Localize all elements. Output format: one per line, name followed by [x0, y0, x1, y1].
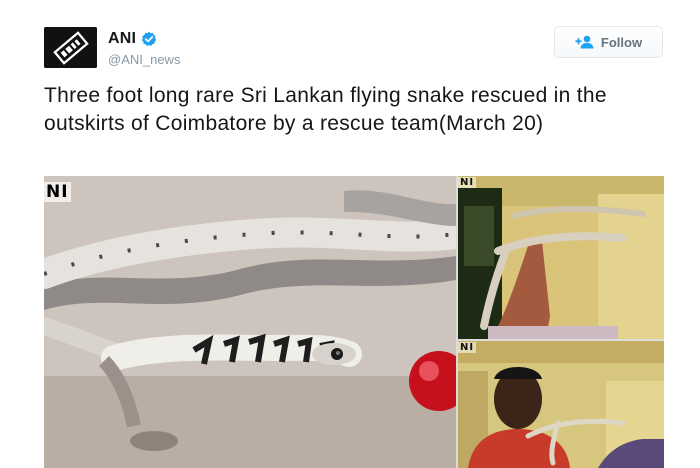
ani-logo-icon — [44, 27, 97, 68]
add-user-icon — [575, 35, 595, 49]
display-name[interactable]: ANI — [108, 30, 136, 48]
photo-snake-held[interactable]: NI — [458, 176, 664, 339]
avatar[interactable] — [44, 27, 97, 68]
rescuer-image — [458, 341, 664, 468]
tweet-text: Three foot long rare Sri Lankan flying s… — [44, 84, 607, 135]
follow-label: Follow — [600, 34, 643, 50]
photo-rescuer[interactable]: NI — [458, 341, 664, 468]
watermark: NI — [458, 342, 477, 353]
author-name-row: ANI — [108, 30, 157, 48]
snake-held-image — [458, 176, 664, 339]
snake-closeup-image — [44, 176, 456, 468]
watermark: NI — [458, 177, 477, 188]
media-grid: NI NI NI — [44, 176, 664, 468]
photo-snake-closeup[interactable]: NI — [44, 176, 456, 468]
follow-button[interactable]: Follow — [554, 26, 663, 58]
user-handle[interactable]: @ANI_news — [108, 52, 180, 67]
tweet-card: ANI @ANI_news Follow Three foot long rar… — [0, 0, 700, 468]
watermark: NI — [44, 182, 71, 202]
verified-badge-icon — [141, 31, 157, 47]
